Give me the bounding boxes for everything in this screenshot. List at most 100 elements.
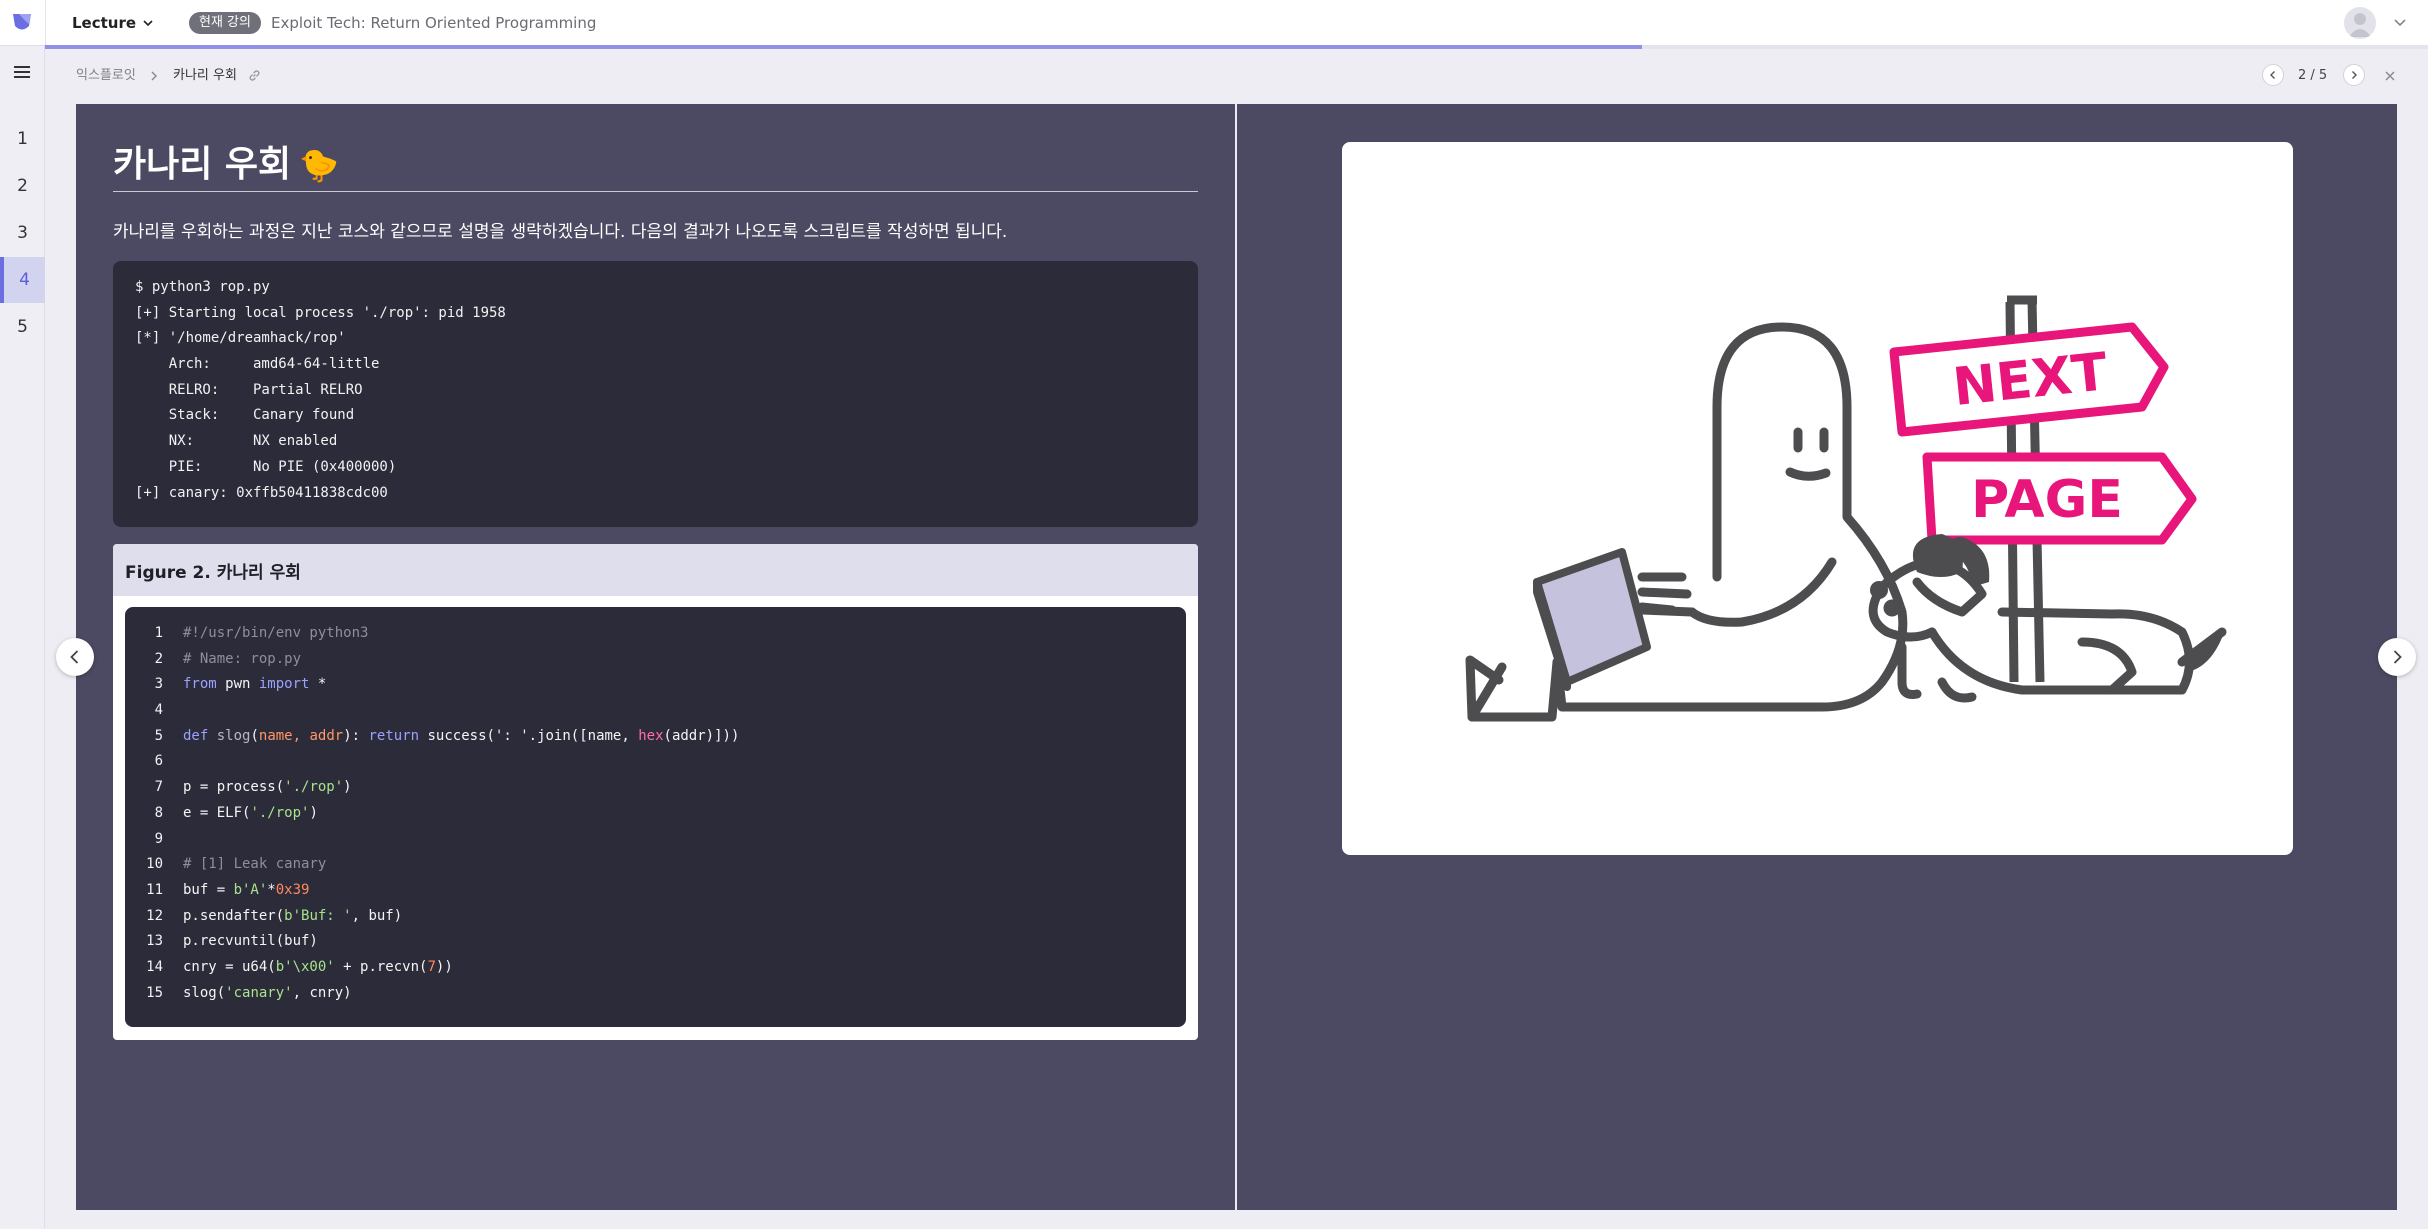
code-token: pwn — [216, 676, 259, 693]
code-line: 14 cnry = u64(b'\x00' + p.recvn(7)) — [125, 955, 1186, 981]
terminal-output: $ python3 rop.py [+] Starting local proce… — [113, 261, 1198, 527]
code-figure: Figure 2. 카나리 우회 1 #!/usr/bin/env python3… — [113, 544, 1198, 1040]
code-token: success(': '.join([name, — [419, 727, 639, 744]
sidebar-page-4[interactable]: 4 — [0, 257, 45, 303]
slide-next-button[interactable] — [2378, 638, 2416, 676]
code-token: + p.recvn( — [334, 958, 428, 975]
user-avatar-icon — [2349, 13, 2371, 37]
code-line: 10 # [1] Leak canary — [125, 852, 1186, 878]
code-line: 7 p = process('./rop') — [125, 775, 1186, 801]
chevron-down-icon[interactable] — [2392, 14, 2408, 30]
link-icon[interactable] — [247, 68, 262, 83]
top-bar: Lecture 현재 강의 Exploit Tech: Return Orien… — [0, 0, 2428, 46]
slide-title-text: 카나리 우회 — [113, 144, 292, 185]
sidebar-page-5[interactable]: 5 — [0, 304, 45, 350]
code-token: (addr)])) — [663, 727, 740, 744]
code-text: e = ELF('./rop') — [183, 801, 318, 827]
slide-prev-button[interactable] — [56, 638, 94, 676]
code-text: slog('canary', cnry) — [183, 981, 352, 1007]
code-line: 2 # Name: rop.py — [125, 647, 1186, 673]
illustration-card: NEXT PAGE — [1342, 142, 2293, 855]
breadcrumb-current: 카나리 우회 — [173, 68, 237, 83]
chick-emoji-icon: 🐤 — [299, 146, 339, 184]
code-text: buf = b'A'*0x39 — [183, 878, 309, 904]
code-token: './rop' — [250, 804, 310, 821]
sidebar-page-1[interactable]: 1 — [0, 116, 45, 162]
slide-title: 카나리 우회 🐤 — [113, 140, 339, 190]
line-number: 13 — [146, 933, 163, 950]
code-token: b'Buf: ' — [284, 907, 352, 924]
line-number: 7 — [154, 779, 163, 796]
pager-prev-button[interactable] — [2262, 64, 2284, 86]
line-number: 5 — [154, 727, 163, 744]
terminal-line: $ python3 rop.py — [135, 279, 270, 295]
code-token: , buf) — [351, 907, 403, 924]
line-number: 2 — [154, 650, 163, 667]
terminal-line: Arch: amd64-64-little — [135, 356, 380, 373]
code-line: 5 def slog(name, addr): return success(':… — [125, 724, 1186, 750]
code-block: 1 #!/usr/bin/env python3 2 # Name: rop.py 3 f… — [125, 607, 1186, 1027]
code-text: cnry = u64(b'\x00' + p.recvn(7)) — [183, 955, 453, 981]
code-line: 1 #!/usr/bin/env python3 — [125, 621, 1186, 647]
code-line: 12 p.sendafter(b'Buf: ', buf) — [125, 904, 1186, 930]
sidebar-page-3[interactable]: 3 — [0, 210, 45, 256]
chevron-right-icon — [2393, 650, 2402, 664]
code-token: './rop' — [284, 779, 344, 796]
code-token: p = process( — [183, 779, 285, 796]
code-text: # [1] Leak canary — [183, 852, 326, 878]
line-number: 11 — [146, 881, 163, 898]
code-token: def — [183, 727, 209, 744]
next-page-illustration: NEXT PAGE — [1465, 295, 2227, 722]
progress-bar — [45, 45, 1642, 49]
code-token: ( — [250, 727, 259, 744]
code-token: 0x39 — [275, 881, 310, 898]
code-token: * — [267, 881, 276, 898]
avatar[interactable] — [2344, 7, 2376, 39]
line-number: 3 — [154, 676, 163, 693]
sidebar-page-2[interactable]: 2 — [0, 163, 45, 209]
hamburger-menu-icon[interactable] — [12, 62, 32, 82]
slide-divider — [1235, 104, 1237, 1210]
code-token: ) — [309, 804, 318, 821]
terminal-line: [+] canary: 0xffb50411838cdc00 — [135, 484, 388, 501]
line-number: 10 — [146, 856, 163, 873]
code-token: * — [309, 676, 327, 693]
code-line: 3 from pwn import * — [125, 672, 1186, 698]
close-button[interactable] — [2380, 66, 2400, 86]
code-token: name, addr — [258, 727, 344, 744]
code-line: 15 slog('canary', cnry) — [125, 981, 1186, 1007]
line-number: 1 — [154, 625, 163, 641]
code-token: p.sendafter( — [183, 907, 285, 924]
code-line: 8 e = ELF('./rop') — [125, 801, 1186, 827]
terminal-line: [+] Starting local process './rop': pid … — [135, 304, 506, 321]
chevron-left-icon — [70, 650, 79, 664]
current-lecture-badge: 현재 강의 — [189, 12, 261, 34]
code-token: buf = — [183, 881, 234, 898]
code-token: return — [368, 727, 420, 744]
code-line: 11 buf = b'A'*0x39 — [125, 878, 1186, 904]
slide-panel: 카나리 우회 🐤 카나리를 우회하는 과정은 지난 코스와 같으므로 설명을 생… — [76, 104, 2397, 1210]
pager-next-button[interactable] — [2343, 64, 2365, 86]
code-token: ): — [343, 727, 369, 744]
terminal-line: Stack: Canary found — [135, 407, 355, 424]
code-token: hex — [638, 727, 664, 744]
chevron-right-icon — [2352, 71, 2357, 79]
chevron-down-icon — [143, 20, 153, 27]
page-sidebar: 1 2 3 4 5 — [0, 46, 45, 1229]
line-number: 4 — [154, 702, 163, 719]
code-token: slog — [216, 727, 251, 744]
figure-caption: Figure 2. 카나리 우회 — [113, 544, 1198, 596]
sign-page-text: PAGE — [1971, 470, 2123, 530]
code-line: 9 — [125, 827, 1186, 853]
lecture-dropdown-label: Lecture — [72, 14, 137, 32]
line-number: 14 — [146, 958, 163, 975]
lecture-dropdown[interactable]: Lecture — [72, 13, 154, 33]
topbar-divider — [45, 0, 46, 46]
code-text: p.recvuntil(buf) — [183, 929, 318, 955]
code-text: # Name: rop.py — [183, 647, 301, 673]
breadcrumb-parent[interactable]: 익스플로잇 — [76, 66, 136, 86]
code-text: from pwn import * — [183, 672, 326, 698]
code-text: #!/usr/bin/env python3 — [183, 621, 368, 647]
dreamhack-logo-icon[interactable] — [10, 11, 34, 35]
